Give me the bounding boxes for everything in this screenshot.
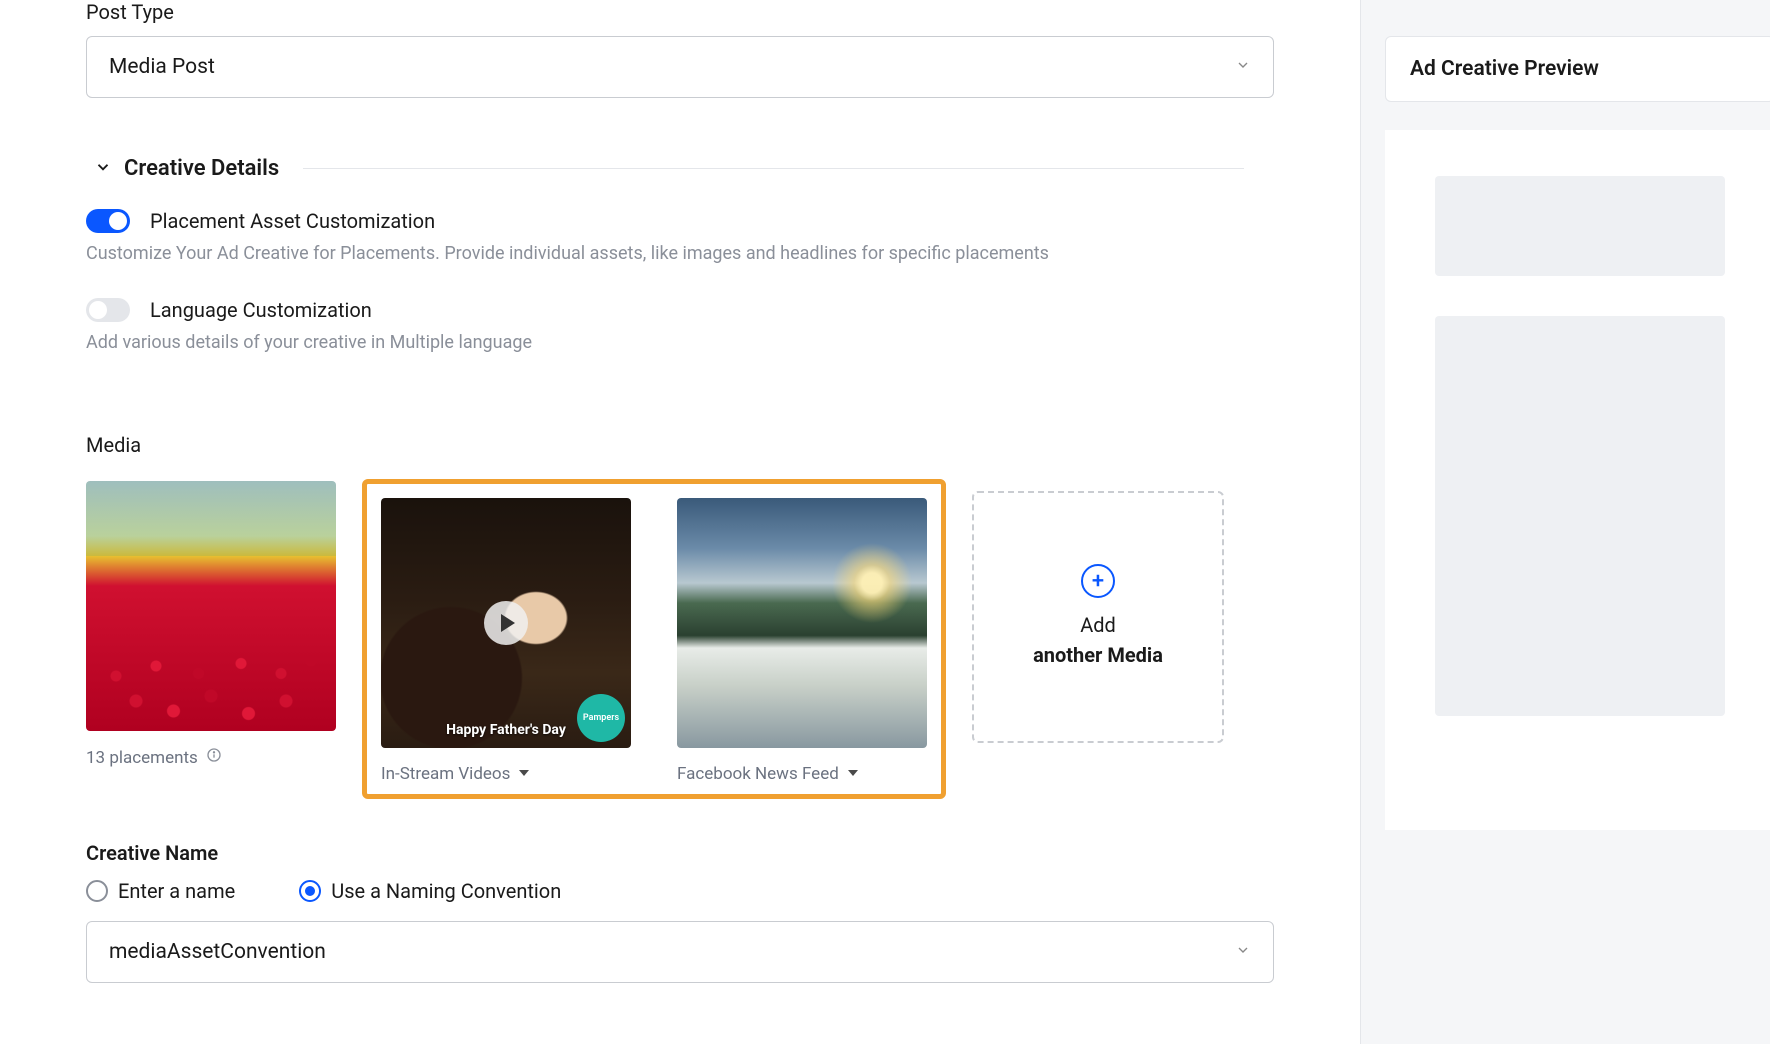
preview-title: Ad Creative Preview [1410, 57, 1599, 81]
radio-label: Use a Naming Convention [331, 879, 561, 903]
divider [303, 168, 1244, 169]
media-placement-label: Facebook News Feed [677, 764, 839, 784]
naming-convention-select[interactable]: mediaAssetConvention [86, 921, 1274, 983]
chevron-down-icon [1235, 940, 1251, 964]
add-media-line2: another Media [1033, 643, 1163, 667]
placement-asset-toggle[interactable] [86, 209, 130, 233]
language-toggle[interactable] [86, 298, 130, 322]
add-media-tile[interactable]: + Add another Media [972, 491, 1224, 743]
placement-asset-label: Placement Asset Customization [150, 209, 435, 233]
chevron-down-icon [94, 158, 112, 180]
triangle-down-icon [518, 764, 530, 784]
creative-name-heading: Creative Name [86, 841, 1244, 865]
preview-body [1385, 130, 1770, 830]
language-description: Add various details of your creative in … [86, 332, 1244, 353]
media-placement-dropdown[interactable]: In-Stream Videos [381, 764, 631, 784]
play-icon [484, 601, 528, 645]
preview-skeleton [1435, 176, 1725, 276]
radio-enter-name[interactable]: Enter a name [86, 879, 235, 903]
add-media-line1: Add [1080, 613, 1116, 637]
media-thumbnail[interactable] [86, 481, 336, 731]
placement-asset-description: Customize Your Ad Creative for Placement… [86, 243, 1244, 264]
naming-convention-value: mediaAssetConvention [109, 940, 326, 964]
post-type-label: Post Type [86, 0, 1244, 24]
radio-icon [86, 880, 108, 902]
plus-icon: + [1081, 564, 1115, 598]
creative-details-title: Creative Details [124, 156, 279, 181]
media-heading: Media [86, 433, 1244, 457]
media-thumbnail-video[interactable]: Happy Father's Day Pampers [381, 498, 631, 748]
radio-label: Enter a name [118, 879, 235, 903]
brand-badge: Pampers [577, 694, 625, 742]
language-label: Language Customization [150, 298, 372, 322]
post-type-value: Media Post [109, 55, 215, 79]
media-thumbnail[interactable] [677, 498, 927, 748]
preview-title-card: Ad Creative Preview [1385, 36, 1770, 102]
media-placement-dropdown[interactable]: Facebook News Feed [677, 764, 927, 784]
highlighted-media-group: Happy Father's Day Pampers In-Stream Vid… [362, 479, 946, 799]
info-icon[interactable] [206, 747, 222, 768]
chevron-down-icon [1235, 55, 1251, 79]
radio-icon [299, 880, 321, 902]
preview-skeleton [1435, 316, 1725, 716]
media-placement-label: In-Stream Videos [381, 764, 510, 784]
post-type-select[interactable]: Media Post [86, 36, 1274, 98]
triangle-down-icon [847, 764, 859, 784]
media-placements-label: 13 placements [86, 748, 198, 768]
creative-details-header[interactable]: Creative Details [94, 156, 1244, 181]
radio-naming-convention[interactable]: Use a Naming Convention [299, 879, 561, 903]
